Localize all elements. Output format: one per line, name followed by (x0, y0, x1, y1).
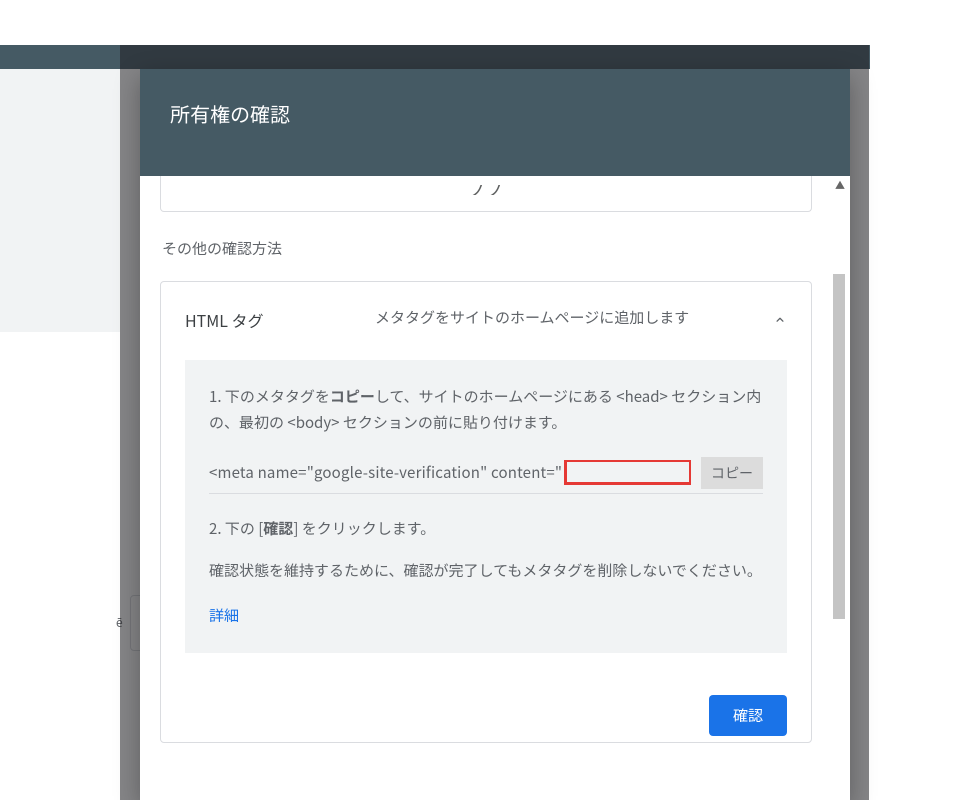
chevron-up-icon (773, 306, 787, 332)
modal-scrollbar[interactable]: ▲ (832, 176, 850, 800)
meta-tag-snippet[interactable]: <meta name="google-site-verification" co… (209, 460, 691, 487)
confirm-button[interactable]: 確認 (709, 695, 787, 736)
previous-method-card-truncated[interactable]: ノノ (160, 176, 812, 212)
redacted-token (564, 460, 691, 486)
step-1-text: 1. 下のメタタグをコピーして、サイトのホームページにある <head> セクシ… (209, 384, 763, 435)
html-tag-panel-header[interactable]: HTML タグ メタタグをサイトのホームページに追加します (161, 282, 811, 360)
other-methods-label: その他の確認方法 (162, 238, 812, 259)
truncated-text: ノノ (468, 185, 504, 195)
modal-title: 所有権の確認 (140, 69, 850, 176)
panel-description: メタタグをサイトのホームページに追加します (375, 306, 773, 329)
details-link[interactable]: 詳細 (209, 603, 239, 629)
panel-title: HTML タグ (185, 306, 375, 332)
ownership-verification-modal: 所有権の確認 ノノ その他の確認方法 HTML タグ メタタグをサイトのホームペ… (140, 69, 850, 800)
copy-button[interactable]: コピー (701, 457, 763, 489)
modal-body: ノノ その他の確認方法 HTML タグ メタタグをサイトのホームページに追加しま… (140, 176, 832, 800)
bg-sidebar-top (0, 45, 120, 332)
panel-content: 1. 下のメタタグをコピーして、サイトのホームページにある <head> セクシ… (185, 360, 787, 653)
keep-tag-note: 確認状態を維持するために、確認が完了してもメタタグを削除しないでください。 (209, 558, 763, 584)
html-tag-panel: HTML タグ メタタグをサイトのホームページに追加します 1. 下のメタタグを… (160, 281, 812, 743)
scroll-thumb[interactable] (833, 274, 845, 619)
step-2-text: 2. 下の [確認] をクリックします。 (209, 516, 763, 542)
scroll-up-icon[interactable]: ▲ (835, 177, 845, 192)
bg-sidebar-bottom (0, 332, 120, 800)
meta-tag-row: <meta name="google-site-verification" co… (209, 457, 763, 494)
